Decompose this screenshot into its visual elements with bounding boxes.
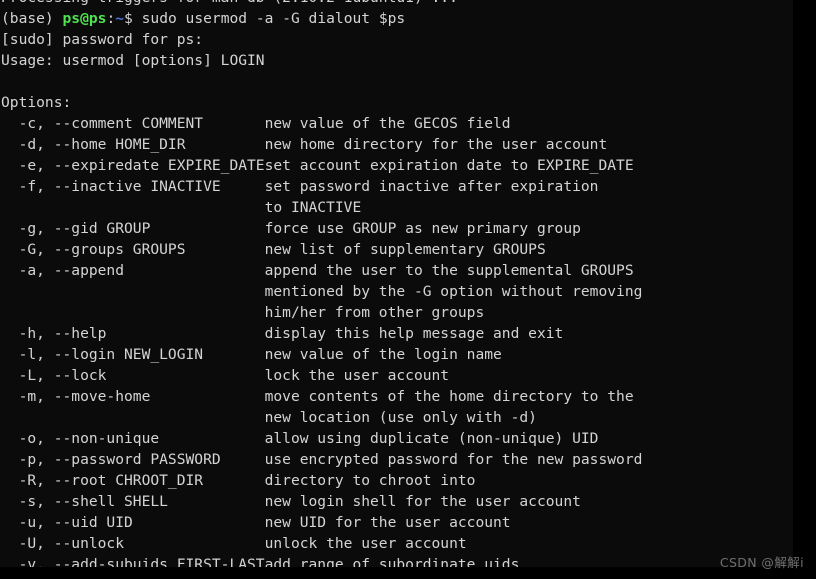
option-continuation-row: to INACTIVE	[1, 199, 362, 216]
terminal-output: Processing triggers for man-db (2.10.2-1…	[0, 0, 793, 567]
scrollback-line-apt-triggers: Processing triggers for man-db (2.10.2-1…	[0, 0, 793, 8]
option-row: -p, --password PASSWORD use encrypted pa…	[1, 451, 643, 468]
option-continuation-row: new location (use only with -d)	[1, 409, 537, 426]
option-continuation-row: mentioned by the -G option without remov…	[1, 283, 643, 300]
option-row: -L, --lock lock the user account	[1, 367, 450, 384]
usage-line: Usage: usermod [options] LOGIN	[1, 52, 265, 69]
terminal-screen[interactable]: Processing triggers for man-db (2.10.2-1…	[0, 0, 793, 567]
option-row: -c, --comment COMMENT new value of the G…	[1, 115, 511, 132]
option-row: -m, --move-home move contents of the hom…	[1, 388, 634, 405]
option-row: -d, --home HOME_DIR new home directory f…	[1, 136, 608, 153]
option-row: -f, --inactive INACTIVE set password ina…	[1, 178, 599, 195]
sudo-password-prompt: [sudo] password for ps:	[1, 31, 204, 48]
option-row: -e, --expiredate EXPIRE_DATEset account …	[1, 157, 634, 174]
options-header: Options:	[1, 94, 72, 111]
option-row: -u, --uid UID new UID for the user accou…	[1, 514, 511, 531]
option-row: -o, --non-unique allow using duplicate (…	[1, 430, 599, 447]
option-row: -l, --login NEW_LOGIN new value of the l…	[1, 346, 502, 363]
option-row: -a, --append append the user to the supp…	[1, 262, 634, 279]
option-row: -R, --root CHROOT_DIR directory to chroo…	[1, 472, 476, 489]
option-row: -g, --gid GROUP force use GROUP as new p…	[1, 220, 581, 237]
option-row: -v, --add-subuids FIRST-LASTadd range of…	[1, 556, 520, 567]
csdn-watermark: CSDN @解解i	[719, 555, 804, 570]
option-row: -s, --shell SHELL new login shell for th…	[1, 493, 581, 510]
option-row: -h, --help display this help message and…	[1, 325, 564, 342]
terminal-window[interactable]: Processing triggers for man-db (2.10.2-1…	[0, 0, 816, 579]
option-row: -G, --groups GROUPS new list of suppleme…	[1, 241, 546, 258]
option-row: -U, --unlock unlock the user account	[1, 535, 467, 552]
option-continuation-row: him/her from other groups	[1, 304, 485, 321]
prompt-line-with-command: (base) ps@ps:~$ sudo usermod -a -G dialo…	[1, 10, 406, 27]
